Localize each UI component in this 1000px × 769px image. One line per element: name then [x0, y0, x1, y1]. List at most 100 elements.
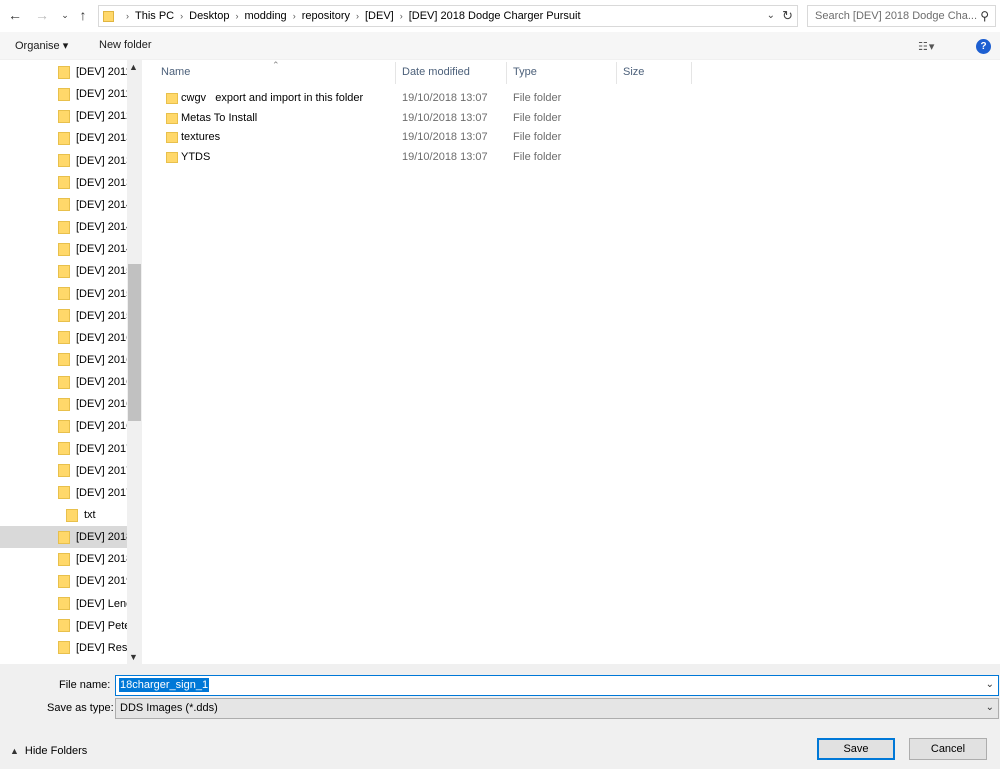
chevron-right-icon[interactable]: ›	[400, 11, 403, 21]
nav-folder-item[interactable]: [DEV] 2016	[0, 393, 127, 415]
nav-folder-item[interactable]: [DEV] Resc	[0, 637, 127, 659]
help-icon[interactable]: ?	[976, 39, 991, 54]
search-input[interactable]: Search [DEV] 2018 Dodge Cha... ⚲	[807, 5, 996, 27]
nav-folder-item[interactable]: [DEV] 2014	[0, 216, 127, 238]
folder-icon	[166, 93, 178, 104]
column-divider[interactable]	[616, 62, 617, 84]
file-name: Metas To Install	[181, 111, 258, 124]
chevron-down-icon[interactable]: ⌄	[767, 10, 775, 21]
nav-folder-item[interactable]: [DEV] 2015	[0, 305, 127, 327]
hide-folders-button[interactable]: ▲ Hide Folders	[10, 745, 87, 757]
nav-folder-label: [DEV] 2015	[76, 265, 127, 278]
folder-icon	[58, 176, 70, 190]
back-arrow-icon[interactable]: ←	[6, 6, 24, 24]
nav-folder-label: [DEV] 2011	[76, 88, 127, 101]
folder-icon	[58, 309, 70, 323]
nav-folder-item[interactable]: [DEV] 2016	[0, 415, 127, 437]
file-row[interactable]: textures 19/10/2018 13:07 File folder	[147, 128, 847, 147]
nav-folder-item[interactable]: [DEV] 2013	[0, 127, 127, 149]
nav-folder-label: [DEV] 2014	[76, 221, 127, 234]
column-divider[interactable]	[691, 62, 692, 84]
scroll-down-icon[interactable]: ▼	[129, 652, 138, 662]
nav-folder-item[interactable]: [DEV] 2015	[0, 260, 127, 282]
folder-icon	[58, 65, 70, 79]
nav-folder-item[interactable]: [DEV] 2013	[0, 150, 127, 172]
column-header-name[interactable]: Name	[161, 66, 190, 78]
column-divider[interactable]	[506, 62, 507, 84]
organise-button[interactable]: Organise ▾	[15, 39, 68, 52]
breadcrumb-desktop[interactable]: Desktop	[189, 10, 229, 22]
chevron-down-icon[interactable]: ⌄	[986, 679, 994, 690]
forward-arrow-icon[interactable]: →	[33, 6, 51, 24]
recent-locations-chevron-icon[interactable]: ⌄	[56, 6, 74, 24]
nav-folder-item[interactable]: [DEV] 2019	[0, 570, 127, 592]
nav-folder-item[interactable]: [DEV] Lenc	[0, 593, 127, 615]
breadcrumb-current-folder[interactable]: [DEV] 2018 Dodge Charger Pursuit	[409, 10, 581, 22]
nav-folder-label: [DEV] 2015	[76, 309, 127, 322]
column-header-type[interactable]: Type	[513, 66, 537, 78]
scrollbar-thumb[interactable]	[128, 264, 141, 421]
nav-folder-item[interactable]: [DEV] 2016	[0, 349, 127, 371]
nav-folder-item[interactable]: [DEV] 2018	[0, 548, 127, 570]
column-header-size[interactable]: Size	[623, 66, 644, 78]
chevron-down-icon[interactable]: ⌄	[986, 702, 994, 713]
file-list[interactable]: ⌃ Name Date modified Type Size cwgv expo…	[147, 60, 1000, 664]
nav-folder-item[interactable]: [DEV] 2017	[0, 438, 127, 460]
nav-scrollbar[interactable]: ▲ ▼	[127, 60, 142, 664]
save-as-type-select[interactable]: DDS Images (*.dds) ⌄	[115, 698, 999, 719]
navigation-pane[interactable]: [DEV] 2011 [DEV] 2011 [DEV] 2012 [DEV] 2013…	[0, 60, 142, 664]
chevron-right-icon[interactable]: ›	[126, 11, 129, 21]
breadcrumb-dev[interactable]: [DEV]	[365, 10, 394, 22]
chevron-right-icon[interactable]: ›	[235, 11, 238, 21]
nav-folder-item[interactable]: [DEV] 2012	[0, 105, 127, 127]
nav-folder-label: [DEV] 2013	[76, 132, 127, 145]
view-options-button[interactable]: ☷ ▾	[918, 40, 934, 53]
column-header-date[interactable]: Date modified	[402, 66, 470, 78]
filename-field[interactable]: 18charger_sign_1 ⌄	[115, 675, 999, 696]
nav-folder-item[interactable]: [DEV] 2011	[0, 61, 127, 83]
folder-icon	[166, 151, 178, 163]
chevron-right-icon[interactable]: ›	[356, 11, 359, 21]
chevron-right-icon[interactable]: ›	[180, 11, 183, 21]
folder-icon	[103, 10, 114, 22]
address-bar[interactable]: › This PC › Desktop › modding › reposito…	[98, 5, 798, 27]
nav-folder-item[interactable]: txt	[0, 504, 127, 526]
up-arrow-icon[interactable]: ↑	[74, 6, 92, 24]
folder-icon	[58, 264, 70, 278]
nav-folder-label: [DEV] 2017	[76, 486, 127, 499]
chevron-up-icon: ▲	[10, 746, 19, 756]
nav-folder-label: [DEV] Pete	[76, 619, 127, 632]
save-button[interactable]: Save	[817, 738, 895, 760]
nav-folder-label: [DEV] 2017	[76, 464, 127, 477]
new-folder-button[interactable]: New folder	[99, 39, 152, 51]
file-row[interactable]: Metas To Install 19/10/2018 13:07 File fol…	[147, 109, 847, 128]
file-row[interactable]: YTDS 19/10/2018 13:07 File folder	[147, 148, 847, 167]
nav-folder-label: [DEV] 2019	[76, 575, 127, 588]
nav-folder-item[interactable]: [DEV] Pete	[0, 615, 127, 637]
nav-folder-item[interactable]: [DEV] 2017	[0, 460, 127, 482]
nav-folder-item[interactable]: [DEV] 2013	[0, 172, 127, 194]
nav-folder-item[interactable]: [DEV] 2016	[0, 327, 127, 349]
nav-folder-item[interactable]: [DEV] 2014	[0, 194, 127, 216]
nav-folder-item[interactable]: [DEV] 2014	[0, 238, 127, 260]
nav-folder-item[interactable]: [DEV] 2018	[0, 526, 127, 549]
breadcrumb-this-pc[interactable]: This PC	[135, 10, 174, 22]
breadcrumb-repository[interactable]: repository	[302, 10, 350, 22]
file-row[interactable]: cwgv export and import in this folder 19/…	[147, 89, 847, 108]
cancel-button[interactable]: Cancel	[909, 738, 987, 760]
folder-icon	[58, 375, 70, 389]
scroll-up-icon[interactable]: ▲	[129, 62, 138, 72]
chevron-right-icon[interactable]: ›	[293, 11, 296, 21]
breadcrumb-modding[interactable]: modding	[244, 10, 286, 22]
folder-icon	[58, 154, 70, 168]
nav-folder-label: [DEV] 2018	[76, 531, 127, 544]
nav-folder-item[interactable]: [DEV] 2011	[0, 83, 127, 105]
file-name: YTDS	[181, 150, 211, 163]
nav-folder-label: [DEV] 2011	[76, 66, 127, 78]
folder-icon	[58, 442, 70, 456]
nav-folder-item[interactable]: [DEV] 2015	[0, 283, 127, 305]
column-divider[interactable]	[395, 62, 396, 84]
refresh-icon[interactable]: ↻	[782, 8, 793, 24]
nav-folder-item[interactable]: [DEV] 2016	[0, 371, 127, 393]
nav-folder-item[interactable]: [DEV] 2017	[0, 482, 127, 504]
